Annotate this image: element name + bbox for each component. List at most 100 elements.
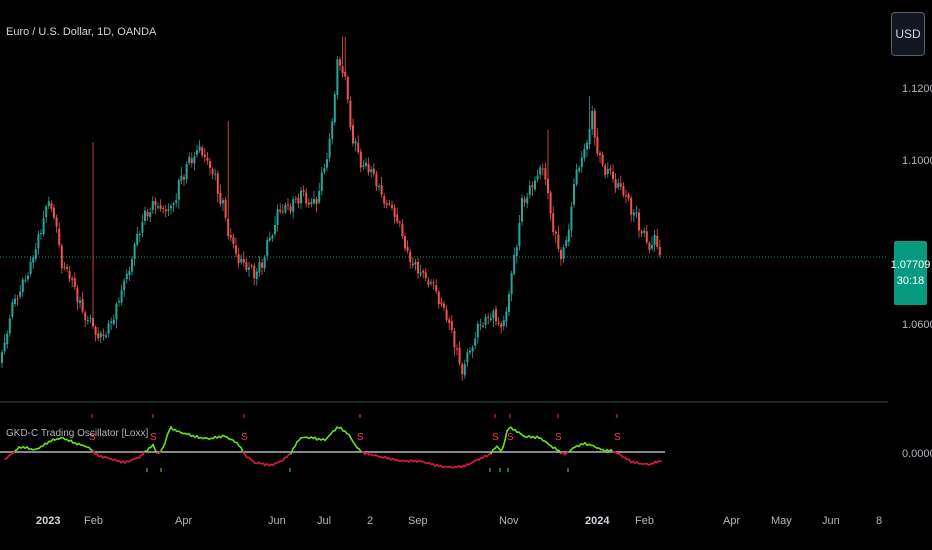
candle-body (118, 301, 120, 303)
candle-body (214, 173, 217, 175)
candle-body (500, 323, 503, 328)
candle-body (357, 142, 360, 153)
indicator-y-tick-label: 0.00000 (902, 448, 932, 460)
candle-body (336, 59, 339, 95)
candle-body (648, 242, 651, 250)
candle-body (344, 71, 347, 77)
candle-body (281, 211, 284, 213)
candle-body (372, 168, 375, 174)
candle-body (37, 234, 40, 249)
candle-body (622, 185, 625, 196)
candle-body (253, 265, 256, 279)
candle-body (632, 212, 635, 216)
candle-body (86, 320, 89, 322)
candle-body (318, 190, 321, 203)
sell-signal-label: S (241, 432, 248, 443)
sell-signal-label: S (492, 432, 499, 443)
candle-body (11, 302, 14, 317)
candle-body (411, 263, 414, 266)
candle-body (284, 204, 287, 213)
candle-body (203, 154, 206, 158)
candle-body (471, 347, 474, 352)
candle-body (463, 364, 466, 376)
candle-body (352, 125, 354, 144)
candle-body (427, 280, 430, 285)
candle-body (458, 347, 461, 364)
candle-body (237, 253, 240, 264)
candle-body (227, 218, 230, 237)
candle-body (593, 110, 596, 138)
candle-body (627, 194, 630, 199)
candle-body (66, 267, 68, 269)
candle-body (383, 196, 386, 204)
candle-body (151, 201, 154, 210)
candle-body (365, 162, 367, 166)
candle-body (232, 237, 235, 244)
candle-body (510, 273, 513, 295)
candle-body (557, 234, 560, 249)
candle-body (289, 206, 292, 212)
candle-body (167, 208, 170, 211)
candle-body (133, 244, 136, 260)
time-axis[interactable]: 2023 Feb Apr Jun Jul 2 Sep Nov 2024 Feb … (36, 515, 882, 527)
candle-body (123, 280, 126, 291)
candle-body (435, 285, 438, 292)
candle-body (625, 195, 627, 197)
candle-body (404, 236, 406, 249)
candle-body (401, 224, 404, 237)
candle-body (162, 208, 165, 210)
candle-body (16, 298, 19, 300)
y-tick-label: 1.10000 (902, 155, 932, 167)
candle-body (53, 207, 55, 218)
chart-canvas[interactable]: SSSSSSSS 1.12000 1.10000 1.06000 0.00000… (0, 0, 932, 550)
x-tick-label: Jun (822, 515, 840, 527)
candle-body (180, 175, 183, 182)
candle-body (430, 282, 432, 284)
candle-body (149, 212, 152, 218)
candle-body (190, 158, 193, 163)
candle-body (79, 300, 81, 303)
candle-body (97, 333, 100, 339)
candle-body (612, 171, 614, 180)
candle-body (164, 209, 167, 212)
candle-body (518, 222, 521, 247)
candle-body (159, 205, 162, 209)
candle-body (658, 246, 661, 256)
candle-body (99, 332, 102, 338)
candle-body (388, 203, 391, 205)
candle-body (484, 317, 487, 325)
oscillator-segment (290, 447, 294, 455)
candle-body (248, 267, 250, 270)
candle-body (146, 211, 149, 217)
candle-body (578, 167, 581, 171)
candle-body (6, 333, 9, 345)
candle-body (89, 317, 92, 319)
candle-body (274, 224, 276, 235)
currency-button[interactable]: USD (891, 12, 925, 56)
indicator-pane[interactable]: SSSSSSSS (0, 414, 665, 472)
x-tick-label: Feb (635, 515, 654, 527)
indicator-title[interactable]: GKD-C Trading Oscillator [Loxx] (6, 428, 148, 439)
candle-body (333, 94, 336, 123)
candle-body (367, 164, 370, 173)
main-pane[interactable] (0, 36, 888, 381)
candle-body (445, 309, 448, 320)
candle-body (547, 178, 549, 194)
candle-body (313, 199, 315, 204)
candle-body (573, 184, 575, 205)
last-price-tag: 1.07709 30:18 (891, 241, 930, 305)
candle-body (505, 311, 508, 322)
candle-body (489, 318, 492, 321)
candle-body (201, 147, 204, 156)
candle-body (224, 199, 227, 218)
x-tick-label: 8 (876, 515, 882, 527)
symbol-title[interactable]: Euro / U.S. Dollar, 1D, OANDA (6, 26, 156, 38)
candle-body (419, 272, 422, 275)
last-price-value: 1.07709 (890, 259, 931, 271)
signal-markers: SSSSSSSS (89, 414, 621, 472)
sell-signal-label: S (614, 432, 621, 443)
candle-body (645, 231, 648, 243)
candle-body (432, 282, 435, 284)
candle-body (544, 168, 547, 180)
candle-body (396, 214, 399, 222)
